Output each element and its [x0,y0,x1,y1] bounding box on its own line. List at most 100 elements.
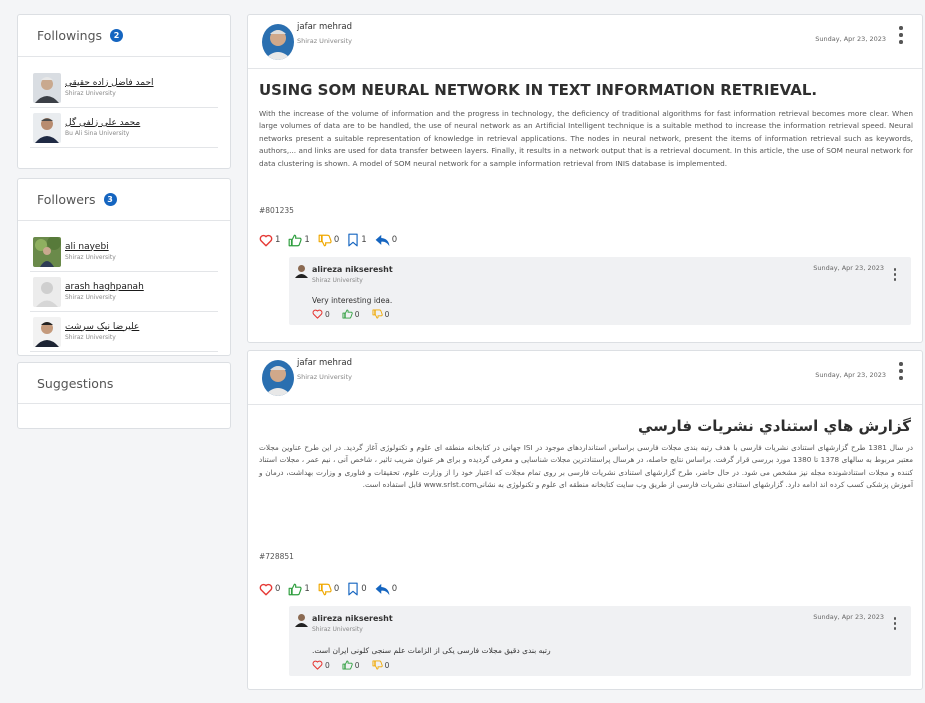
thumb-down-icon [318,234,332,246]
follower-item[interactable]: arash haghpanah Shiraz University [30,272,218,312]
upvote-button[interactable]: 0 [342,660,360,670]
like-count: 0 [275,584,281,594]
comment-text: .رتبه بندی دقیق مجلات فارسی یکی از الزام… [312,646,551,655]
avatar[interactable] [33,276,61,307]
followers-card: Followers 3 ali nayebi Shiraz University… [17,178,231,356]
like-count: 0 [325,309,330,319]
follower-item[interactable]: ali nayebi Shiraz University [30,232,218,272]
post-title[interactable]: USING SOM NEURAL NETWORK IN TEXT INFORMA… [259,81,817,99]
avatar[interactable] [33,236,61,267]
avatar[interactable] [262,360,294,396]
comment-date: Sunday, Apr 23, 2023 [813,264,884,272]
post-actions: 0 1 0 0 0 [259,582,405,596]
heart-icon [312,660,323,670]
upvote-count: 0 [354,660,360,670]
kebab-menu-icon[interactable] [892,617,898,631]
like-button[interactable]: 0 [312,309,330,319]
like-button[interactable]: 1 [259,234,280,247]
heart-icon [312,309,323,319]
upvote-count: 0 [354,309,360,319]
person-name[interactable]: علیرضا نیک سرشت [65,322,139,333]
reply-button[interactable]: 0 [375,234,397,247]
person-university: Bu Ali Sina University [65,129,130,137]
person-name[interactable]: ali nayebi [65,242,116,253]
upvote-button[interactable]: 0 [342,309,360,319]
post-author[interactable]: jafar mehrad [297,358,352,368]
follower-item[interactable]: علیرضا نیک سرشت Shiraz University [30,312,218,352]
bookmark-button[interactable]: 0 [347,582,367,596]
bookmark-button[interactable]: 1 [347,233,367,247]
like-button[interactable]: 0 [259,583,280,596]
followers-header[interactable]: Followers 3 [18,179,230,221]
thumb-up-icon [342,660,353,670]
downvote-count: 0 [384,660,390,670]
post-header: jafar mehrad Shiraz University Sunday, A… [248,351,922,405]
like-count: 1 [275,235,281,245]
thumb-up-icon [289,234,303,246]
comment-university: Shiraz University [312,626,363,633]
kebab-menu-icon[interactable] [896,362,906,384]
upvote-button[interactable]: 1 [288,583,310,596]
avatar[interactable] [33,316,61,347]
downvote-count: 0 [333,235,340,245]
upvote-button[interactable]: 1 [288,234,310,247]
post-id: #728851 [259,552,294,561]
followers-count-badge: 3 [103,193,117,206]
person-university: Shiraz University [65,333,116,341]
kebab-menu-icon[interactable] [892,268,898,282]
heart-icon [259,583,273,595]
bookmark-count: 1 [361,235,367,245]
comment-author[interactable]: alireza nikseresht [312,265,393,274]
share-count: 0 [391,235,398,245]
downvote-count: 0 [333,584,340,594]
person-name[interactable]: محمد علی زلفی گل [65,118,140,129]
following-item[interactable]: محمد علی زلفی گل Bu Ali Sina University [30,108,218,148]
downvote-button[interactable]: 0 [372,660,390,670]
comment-university: Shiraz University [312,277,363,284]
post-title[interactable]: گزارش هاي استنادي نشريات فارسي [638,417,911,435]
kebab-menu-icon[interactable] [896,26,906,48]
post-author[interactable]: jafar mehrad [297,22,352,32]
reply-button[interactable]: 0 [375,583,397,596]
reply-icon [375,583,390,595]
post-card: jafar mehrad Shiraz University Sunday, A… [247,350,923,690]
person-university: Shiraz University [65,253,116,261]
suggestions-title: Suggestions [37,375,114,391]
thumb-up-icon [289,583,303,595]
thumb-down-icon [318,583,332,595]
suggestions-header[interactable]: Suggestions [18,363,230,404]
person-name[interactable]: احمد فاضل زاده حقیقی [65,78,154,89]
like-count: 0 [325,660,330,670]
person-university: Shiraz University [65,293,116,301]
comment: alireza nikseresht Shiraz University Sun… [289,257,911,325]
person-name[interactable]: arash haghpanah [65,282,144,293]
avatar[interactable] [295,612,308,627]
upvote-count: 1 [304,235,310,245]
reply-icon [375,234,390,246]
heart-icon [259,234,273,246]
avatar[interactable] [262,24,294,60]
followers-title: Followers [37,192,96,207]
comment-date: Sunday, Apr 23, 2023 [813,613,884,621]
followings-header[interactable]: Followings 2 [18,15,230,57]
followings-title: Followings [37,28,103,43]
avatar[interactable] [295,263,308,278]
thumb-down-icon [372,309,383,319]
share-count: 0 [391,584,398,594]
bookmark-icon [348,582,358,596]
post-author-university: Shiraz University [297,37,352,45]
downvote-button[interactable]: 0 [318,234,339,247]
following-item[interactable]: احمد فاضل زاده حقیقی Shiraz University [30,68,218,108]
downvote-button[interactable]: 0 [372,309,389,319]
post-abstract: With the increase of the volume of infor… [259,109,913,168]
like-button[interactable]: 0 [312,660,330,670]
followings-card: Followings 2 احمد فاضل زاده حقیقی Shiraz… [17,14,231,169]
comment: alireza nikseresht Shiraz University Sun… [289,606,911,676]
post-header: jafar mehrad Shiraz University Sunday, A… [248,15,922,69]
avatar[interactable] [33,112,61,143]
downvote-button[interactable]: 0 [318,583,339,596]
post-id: #801235 [259,206,294,215]
avatar[interactable] [33,72,61,103]
comment-text: Very interesting idea. [312,296,393,305]
comment-author[interactable]: alireza nikseresht [312,614,393,623]
